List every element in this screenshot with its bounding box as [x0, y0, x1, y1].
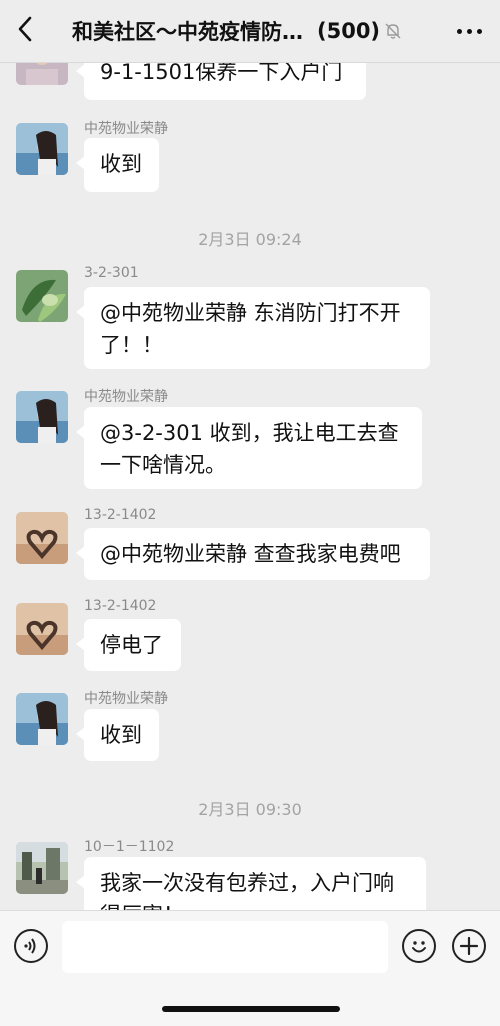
bell-muted-icon	[384, 22, 402, 40]
sender-name: 13-2-1402	[84, 507, 157, 523]
more-button[interactable]	[442, 20, 482, 42]
avatar[interactable]	[16, 512, 68, 564]
message-text: 我家一次没有包养过，入户门响得厉害！	[100, 871, 394, 910]
avatar[interactable]	[16, 842, 68, 894]
message-bubble[interactable]: 收到	[76, 709, 159, 761]
avatar[interactable]	[16, 391, 68, 443]
sender-name: 中苑物业荣静	[84, 389, 168, 405]
avatar[interactable]	[16, 270, 68, 322]
home-indicator	[162, 1006, 340, 1012]
member-count: (500)	[317, 19, 381, 43]
avatar[interactable]	[16, 693, 68, 745]
message-text: 停电了	[100, 633, 163, 657]
emoji-button[interactable]	[402, 929, 436, 963]
back-button[interactable]	[0, 0, 50, 62]
voice-button[interactable]	[14, 929, 48, 963]
more-icon	[457, 28, 482, 34]
message-input[interactable]	[62, 921, 388, 973]
message-bubble[interactable]: @3-2-301 收到，我让电工去查一下啥情况。	[76, 407, 422, 489]
message-text: @中苑物业荣静 查查我家电费吧	[100, 542, 401, 566]
avatar[interactable]	[16, 603, 68, 655]
message-bubble[interactable]: 停电了	[76, 619, 181, 671]
message-bubble[interactable]: 收到	[76, 138, 159, 192]
chat-header: 和美社区～中苑疫情防… (500)	[0, 0, 500, 63]
message-text: 收到	[100, 723, 142, 747]
chat-area[interactable]: 9-1-1501保养一下入户门 中苑物业荣静 收到 2月3日 09:24 3-2…	[0, 0, 500, 910]
chevron-left-icon	[17, 16, 33, 46]
plus-button[interactable]	[452, 929, 486, 963]
group-title: 和美社区～中苑疫情防…	[72, 20, 303, 44]
timestamp: 2月3日 09:30	[198, 800, 302, 819]
sender-name: 中苑物业荣静	[84, 121, 168, 137]
sender-name: 13-2-1402	[84, 598, 157, 614]
avatar[interactable]	[16, 123, 68, 175]
message-bubble[interactable]: @中苑物业荣静 查查我家电费吧	[76, 528, 430, 580]
timestamp: 2月3日 09:24	[198, 230, 302, 249]
message-bubble[interactable]: @中苑物业荣静 东消防门打不开了！！	[76, 287, 430, 369]
sender-name: 3-2-301	[84, 265, 139, 281]
message-bubble[interactable]: 我家一次没有包养过，入户门响得厉害！	[76, 857, 426, 910]
message-text: @3-2-301 收到，我让电工去查一下啥情况。	[100, 421, 399, 477]
message-text: 收到	[100, 152, 142, 176]
message-text: @中苑物业荣静 东消防门打不开了！！	[100, 301, 401, 357]
message-text: 9-1-1501保养一下入户门	[100, 60, 343, 84]
sender-name: 中苑物业荣静	[84, 691, 168, 707]
sender-name: 10－1－1102	[84, 839, 175, 855]
